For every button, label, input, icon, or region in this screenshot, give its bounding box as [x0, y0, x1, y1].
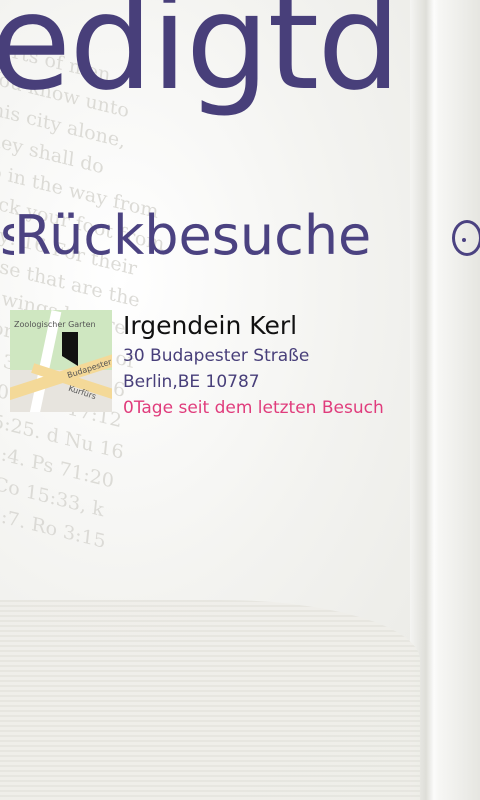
contact-name: Irgendein Kerl	[123, 311, 298, 340]
address-city: Berlin,BE 10787	[123, 372, 260, 392]
book-right-page	[438, 0, 480, 800]
previous-section-fragment: s	[0, 196, 14, 276]
book-page-edges	[0, 600, 420, 800]
ellipsis-icon[interactable]	[452, 220, 480, 256]
panorama-title: edigtd	[0, 0, 401, 120]
map-label: Zoologischer Garten	[14, 320, 96, 329]
section-header[interactable]: sRückbesuche	[0, 196, 371, 276]
map-pin-icon	[62, 332, 78, 366]
map-thumbnail: Zoologischer Garten Budapester Str Kurfü…	[10, 310, 112, 412]
section-header-label: Rückbesuche	[14, 204, 372, 267]
last-visit-text: 0Tage seit dem letzten Besuch	[123, 398, 384, 418]
list-item[interactable]: Zoologischer Garten Budapester Str Kurfü…	[10, 310, 430, 420]
address-street: 30 Budapester Straße	[123, 346, 310, 366]
